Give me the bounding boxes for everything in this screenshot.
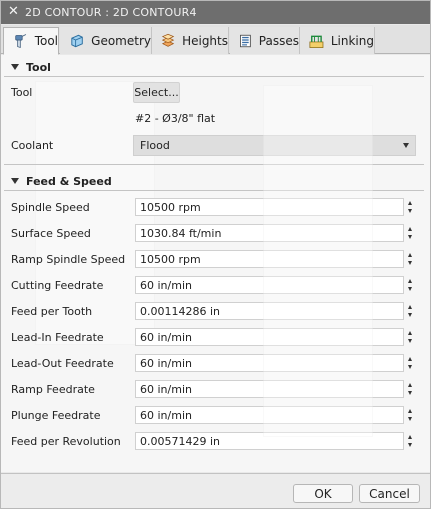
linking-icon: [309, 35, 324, 48]
stepper-up-icon[interactable]: [408, 435, 412, 439]
numeric-input[interactable]: 10500 rpm: [135, 250, 404, 268]
tab-heights[interactable]: Heights: [152, 27, 229, 54]
field-label: Plunge Feedrate: [11, 409, 101, 422]
coolant-select[interactable]: Flood: [133, 135, 416, 156]
title-bar[interactable]: ✕ 2D CONTOUR : 2D CONTOUR4: [1, 1, 430, 24]
cancel-button[interactable]: Cancel: [359, 484, 420, 503]
dialog-title: 2D CONTOUR : 2D CONTOUR4: [25, 6, 197, 19]
field-label: Lead-Out Feedrate: [11, 357, 114, 370]
value-stepper[interactable]: [405, 276, 416, 294]
stepper-down-icon[interactable]: [408, 261, 412, 265]
numeric-input[interactable]: 60 in/min: [135, 380, 404, 398]
tab-passes[interactable]: Passes: [230, 27, 300, 54]
numeric-input[interactable]: 60 in/min: [135, 328, 404, 346]
contour-dialog: ✕ 2D CONTOUR : 2D CONTOUR4 Tool Geometry: [0, 0, 431, 509]
tool-section-title: Tool: [26, 61, 51, 74]
numeric-input[interactable]: 1030.84 ft/min: [135, 224, 404, 242]
stepper-up-icon[interactable]: [408, 357, 412, 361]
tool-label: Tool: [11, 86, 33, 99]
value-stepper[interactable]: [405, 250, 416, 268]
stepper-down-icon[interactable]: [408, 235, 412, 239]
stepper-up-icon[interactable]: [408, 409, 412, 413]
numeric-input[interactable]: 0.00571429 in: [135, 432, 404, 450]
field-label: Ramp Spindle Speed: [11, 253, 126, 266]
value-stepper[interactable]: [405, 302, 416, 320]
dialog-footer: OK Cancel: [1, 473, 430, 508]
geometry-icon: [71, 34, 83, 47]
stepper-up-icon[interactable]: [408, 383, 412, 387]
stepper-down-icon[interactable]: [408, 209, 412, 213]
stepper-up-icon[interactable]: [408, 331, 412, 335]
value-stepper[interactable]: [405, 380, 416, 398]
tab-linking-label: Linking: [330, 33, 374, 48]
tab-heights-label: Heights: [182, 33, 228, 48]
value-stepper[interactable]: [405, 224, 416, 242]
coolant-label: Coolant: [11, 139, 54, 152]
field-label: Spindle Speed: [11, 201, 90, 214]
stepper-down-icon[interactable]: [408, 417, 412, 421]
tool-description: #2 - Ø3/8" flat: [135, 112, 216, 125]
stepper-down-icon[interactable]: [408, 287, 412, 291]
ok-button[interactable]: OK: [293, 484, 353, 503]
tool-section-header[interactable]: Tool: [11, 61, 51, 74]
chevron-down-icon: [403, 143, 409, 148]
field-label: Surface Speed: [11, 227, 91, 240]
tab-bar: Tool Geometry Heights Passes Linking: [1, 25, 430, 55]
value-stepper[interactable]: [405, 406, 416, 424]
passes-icon: [240, 34, 251, 47]
stepper-up-icon[interactable]: [408, 305, 412, 309]
section-divider: [4, 190, 424, 191]
close-icon[interactable]: ✕: [8, 4, 19, 20]
stepper-down-icon[interactable]: [408, 443, 412, 447]
stepper-down-icon[interactable]: [408, 391, 412, 395]
tab-tool[interactable]: Tool: [3, 27, 59, 55]
tab-geometry[interactable]: Geometry: [60, 27, 152, 54]
field-label: Lead-In Feedrate: [11, 331, 104, 344]
heights-icon: [161, 33, 175, 47]
field-label: Cutting Feedrate: [11, 279, 104, 292]
stepper-up-icon[interactable]: [408, 201, 412, 205]
field-label: Feed per Revolution: [11, 435, 121, 448]
stepper-up-icon[interactable]: [408, 227, 412, 231]
value-stepper[interactable]: [405, 432, 416, 450]
value-stepper[interactable]: [405, 198, 416, 216]
section-divider: [4, 76, 424, 77]
feed-section-header[interactable]: Feed & Speed: [11, 175, 112, 188]
tool-tab-panel: Tool Tool Select... #2 - Ø3/8" flat Cool…: [1, 55, 430, 472]
section-divider: [4, 164, 424, 165]
tab-tool-label: Tool: [34, 34, 58, 48]
stepper-up-icon[interactable]: [408, 253, 412, 257]
tool-icon: [15, 34, 27, 49]
stepper-down-icon[interactable]: [408, 365, 412, 369]
stepper-down-icon[interactable]: [408, 313, 412, 317]
numeric-input[interactable]: 10500 rpm: [135, 198, 404, 216]
field-label: Feed per Tooth: [11, 305, 93, 318]
select-tool-button[interactable]: Select...: [133, 82, 180, 103]
numeric-input[interactable]: 60 in/min: [135, 276, 404, 294]
field-label: Ramp Feedrate: [11, 383, 95, 396]
numeric-input[interactable]: 60 in/min: [135, 354, 404, 372]
coolant-value: Flood: [140, 139, 170, 152]
stepper-up-icon[interactable]: [408, 279, 412, 283]
tab-linking[interactable]: Linking: [300, 27, 375, 54]
collapse-caret-icon[interactable]: [11, 64, 19, 70]
value-stepper[interactable]: [405, 354, 416, 372]
feed-section-title: Feed & Speed: [26, 175, 112, 188]
numeric-input[interactable]: 0.00114286 in: [135, 302, 404, 320]
numeric-input[interactable]: 60 in/min: [135, 406, 404, 424]
value-stepper[interactable]: [405, 328, 416, 346]
collapse-caret-icon[interactable]: [11, 178, 19, 184]
tab-passes-label: Passes: [258, 33, 299, 48]
stepper-down-icon[interactable]: [408, 339, 412, 343]
tab-geometry-label: Geometry: [91, 33, 151, 48]
